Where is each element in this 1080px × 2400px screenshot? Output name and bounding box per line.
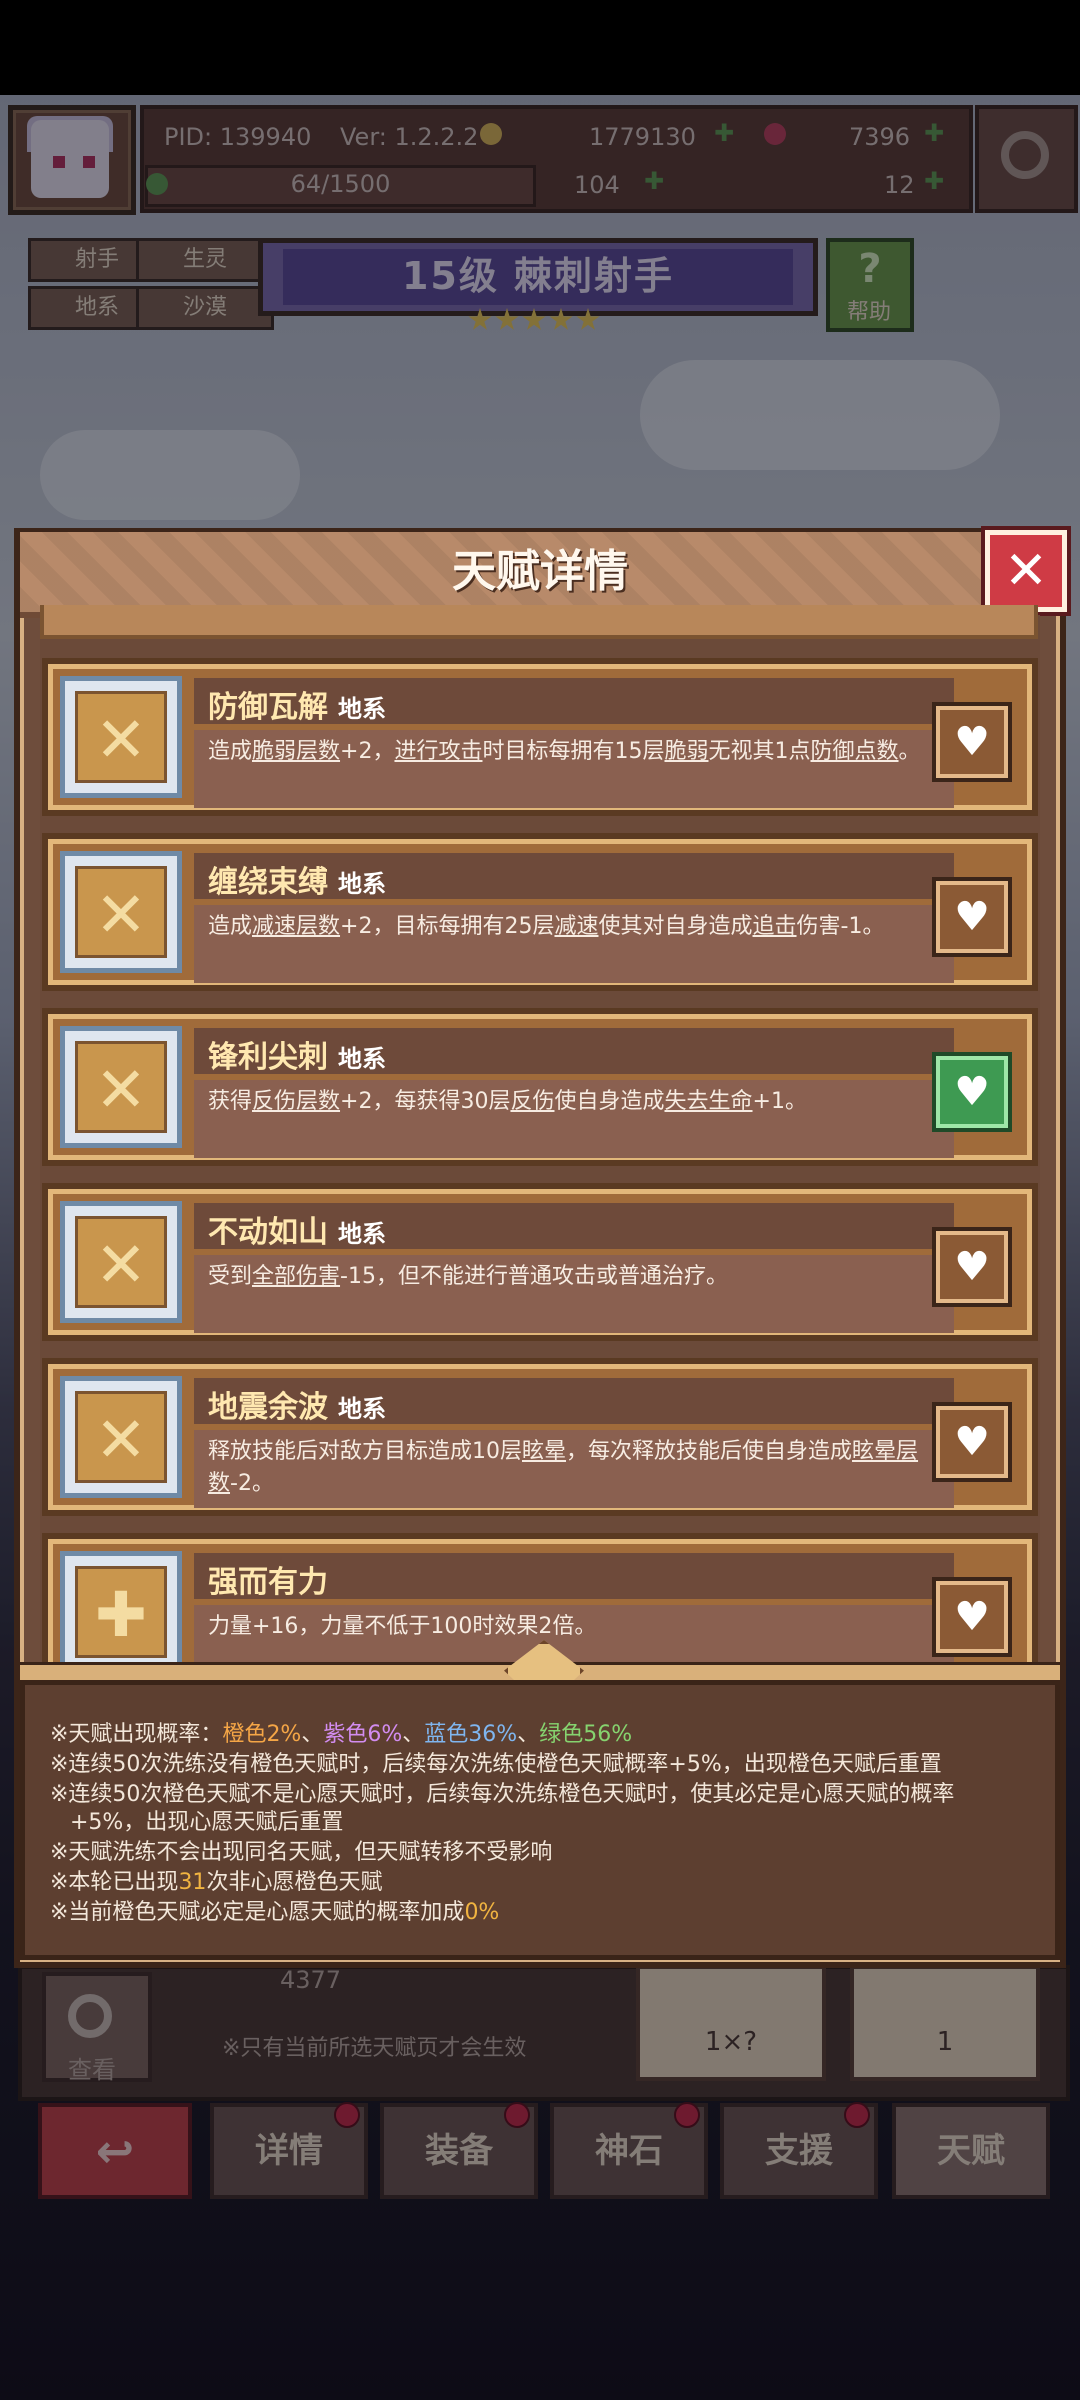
- crossed-bones-icon: ✕: [95, 1053, 147, 1126]
- wish-toggle-button[interactable]: ♥: [932, 1052, 1012, 1132]
- talent-card[interactable]: ✕ 防御瓦解 地系造成脆弱层数+2，进行攻击时目标每拥有15层脆弱无视其1点防御点数…: [42, 658, 1038, 816]
- talent-name: 强而有力: [208, 1565, 328, 1600]
- crossed-bones-icon: ✕: [95, 703, 147, 776]
- heart-icon: ♥: [954, 1069, 990, 1115]
- talent-card[interactable]: ✕ 锋利尖刺 地系获得反伤层数+2，每获得30层反伤使自身造成失去生命+1。 ♥: [42, 1008, 1038, 1166]
- crossed-bones-icon: ✕: [95, 1228, 147, 1301]
- talent-description: 获得反伤层数+2，每获得30层反伤使自身造成失去生命+1。: [208, 1089, 807, 1114]
- talent-type: 地系: [338, 1395, 386, 1423]
- talent-type: 地系: [338, 1045, 386, 1073]
- talent-name: 缠绕束缚 地系: [208, 865, 386, 900]
- talent-type: 地系: [338, 1220, 386, 1248]
- info-line-same-name: ※天赋洗练不会出现同名天赋，但天赋转移不受影响: [50, 1840, 553, 1865]
- heart-icon: ♥: [954, 894, 990, 940]
- partial-card: [40, 605, 1038, 639]
- talent-name: 不动如山 地系: [208, 1215, 386, 1250]
- info-line-wish-2: +5%，出现心愿天赋后重置: [70, 1810, 344, 1835]
- talent-description: 造成减速层数+2，目标每拥有25层减速使其对自身造成追击伤害-1。: [208, 914, 885, 939]
- status-bar-area: [0, 0, 1080, 95]
- talent-description: 力量+16，力量不低于100时效果2倍。: [208, 1614, 597, 1639]
- close-icon: ✕: [1004, 541, 1048, 601]
- crossed-bones-icon: ✕: [95, 1403, 147, 1476]
- info-line-pity: ※连续50次洗练没有橙色天赋时，后续每次洗练使橙色天赋概率+5%，出现橙色天赋后…: [50, 1752, 942, 1777]
- talent-icon-frame: ✕: [60, 851, 182, 973]
- talent-description: 受到全部伤害-15，但不能进行普通攻击或普通治疗。: [208, 1264, 728, 1289]
- talent-icon-frame: ✕: [60, 1026, 182, 1148]
- talent-type: 地系: [338, 870, 386, 898]
- modal-title: 天赋详情: [452, 546, 628, 597]
- crossed-bones-icon: ✕: [95, 878, 147, 951]
- wish-toggle-button[interactable]: ♥: [932, 702, 1012, 782]
- talent-card[interactable]: ✕ 地震余波 地系释放技能后对敌方目标造成10层眩晕，每次释放技能后使自身造成眩晕层…: [42, 1358, 1038, 1516]
- heart-icon: ♥: [954, 1244, 990, 1290]
- talent-description: 造成脆弱层数+2，进行攻击时目标每拥有15层脆弱无视其1点防御点数。: [208, 739, 921, 764]
- talent-name: 地震余波 地系: [208, 1390, 386, 1425]
- heart-icon: ♥: [954, 719, 990, 765]
- info-line-wish-1: ※连续50次橙色天赋不是心愿天赋时，后续每次洗练橙色天赋时，使其必定是心愿天赋的…: [50, 1782, 955, 1807]
- talent-name: 锋利尖刺 地系: [208, 1040, 386, 1075]
- crossed-bones-icon: ✚: [95, 1578, 147, 1651]
- talent-card[interactable]: ✕ 缠绕束缚 地系造成减速层数+2，目标每拥有25层减速使其对自身造成追击伤害-1。…: [42, 833, 1038, 991]
- wish-toggle-button[interactable]: ♥: [932, 1227, 1012, 1307]
- heart-icon: ♥: [954, 1594, 990, 1640]
- talent-icon-frame: ✚: [60, 1551, 182, 1669]
- heart-icon: ♥: [954, 1419, 990, 1465]
- info-line-count: ※本轮已出现31次非心愿橙色天赋: [50, 1870, 383, 1895]
- talent-icon-frame: ✕: [60, 1201, 182, 1323]
- talent-description: 释放技能后对敌方目标造成10层眩晕，每次释放技能后使自身造成眩晕层数-2。: [208, 1439, 919, 1496]
- info-line-bonus: ※当前橙色天赋必定是心愿天赋的概率加成0%: [50, 1900, 500, 1925]
- talent-icon-frame: ✕: [60, 676, 182, 798]
- talent-type: 地系: [338, 695, 386, 723]
- talent-card[interactable]: ✕ 不动如山 地系受到全部伤害-15，但不能进行普通攻击或普通治疗。 ♥: [42, 1183, 1038, 1341]
- wish-toggle-button[interactable]: ♥: [932, 877, 1012, 957]
- talent-name: 防御瓦解 地系: [208, 690, 386, 725]
- close-button[interactable]: ✕: [985, 530, 1067, 612]
- info-line-rates: ※天赋出现概率：橙色2%、紫色6%、蓝色36%、绿色56%: [50, 1722, 633, 1747]
- talent-icon-frame: ✕: [60, 1376, 182, 1498]
- wish-toggle-button[interactable]: ♥: [932, 1402, 1012, 1482]
- wish-toggle-button[interactable]: ♥: [932, 1577, 1012, 1657]
